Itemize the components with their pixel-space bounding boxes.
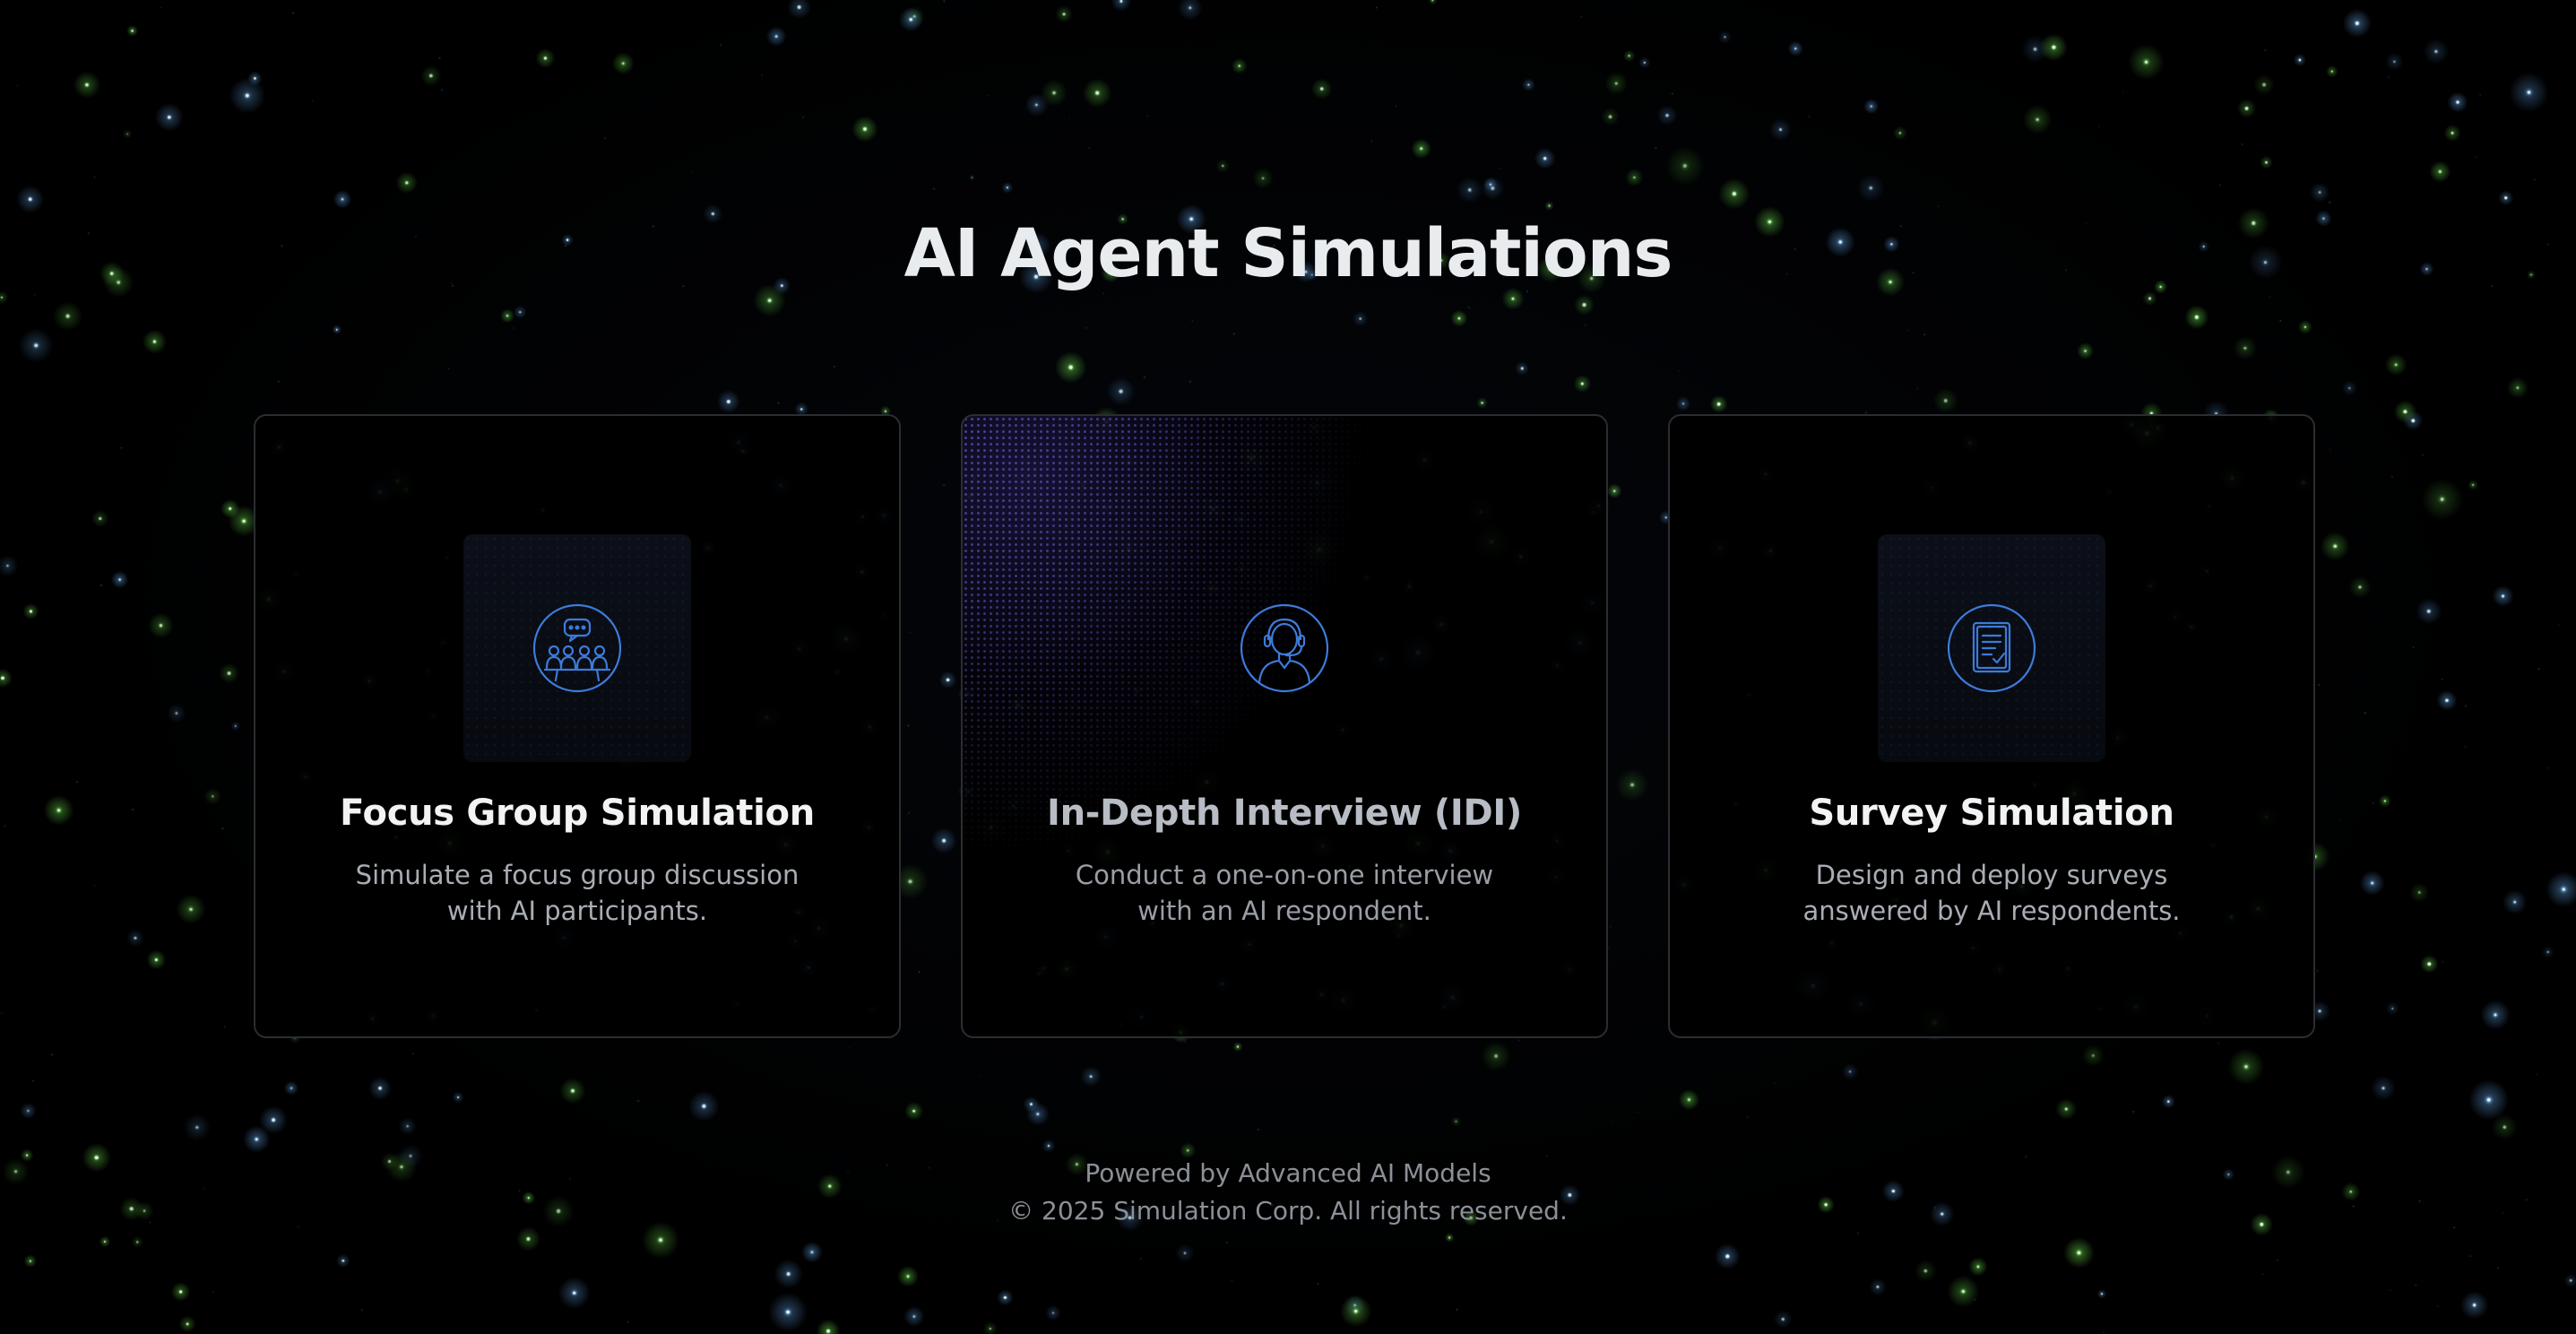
survey-icon-tile — [1878, 534, 2105, 762]
survey-document-icon — [1945, 602, 2038, 695]
in-depth-interview-title: In-Depth Interview (IDI) — [1047, 793, 1522, 834]
footer-copyright: © 2025 Simulation Corp. All rights reser… — [1008, 1196, 1568, 1226]
focus-group-description: Simulate a focus group discussion with A… — [355, 860, 800, 926]
survey-title: Survey Simulation — [1809, 793, 2174, 834]
interview-headset-icon — [1238, 602, 1331, 695]
page-title: AI Agent Simulations — [903, 215, 1673, 292]
footer: Powered by Advanced AI Models © 2025 Sim… — [0, 1155, 2576, 1230]
simulation-cards: Focus Group Simulation Simulate a focus … — [254, 414, 2317, 1040]
interview-icon-tile — [1171, 534, 1398, 762]
survey-card[interactable]: Survey Simulation Design and deploy surv… — [1668, 414, 2315, 1038]
survey-description: Design and deploy surveys answered by AI… — [1802, 860, 2181, 926]
focus-group-title: Focus Group Simulation — [340, 793, 815, 834]
focus-group-icon — [531, 602, 624, 695]
focus-group-icon-tile — [463, 534, 691, 762]
app-root: AI Agent Simulations Focus Group Simulat… — [0, 0, 2576, 1334]
in-depth-interview-card[interactable]: In-Depth Interview (IDI) Conduct a one-o… — [961, 414, 1608, 1038]
in-depth-interview-description: Conduct a one-on-one interview with an A… — [1075, 860, 1494, 926]
footer-powered-by: Powered by Advanced AI Models — [1085, 1158, 1491, 1188]
focus-group-card[interactable]: Focus Group Simulation Simulate a focus … — [254, 414, 901, 1038]
